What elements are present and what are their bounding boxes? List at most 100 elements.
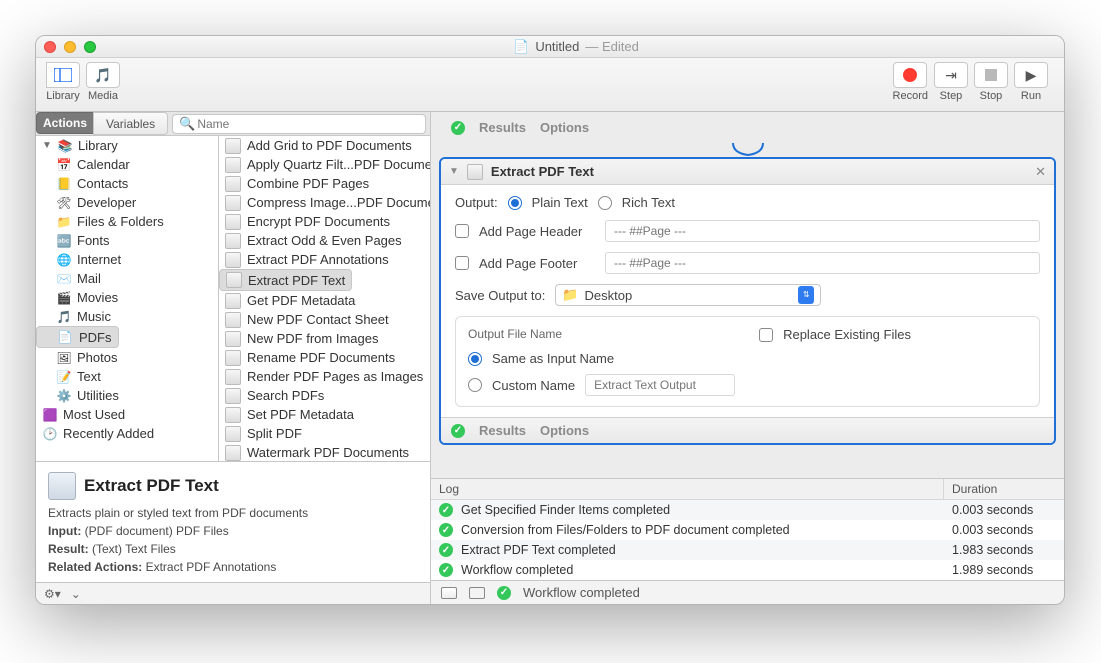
action-name: Extract PDF Annotations (247, 252, 389, 267)
tree-item-fonts[interactable]: 🔤Fonts (36, 231, 218, 250)
action-list[interactable]: Add Grid to PDF DocumentsApply Quartz Fi… (219, 136, 430, 461)
results-link[interactable]: Results (479, 423, 526, 438)
options-link[interactable]: Options (540, 423, 589, 438)
action-list-item[interactable]: Split PDF (219, 424, 430, 443)
variables-view-button[interactable] (469, 587, 485, 599)
tree-item-music[interactable]: 🎵Music (36, 307, 218, 326)
workflow-canvas[interactable]: ✓ Results Options ▼ Extract PDF Text ✕ (431, 112, 1064, 478)
action-card-header[interactable]: ▼ Extract PDF Text ✕ (441, 159, 1054, 185)
tree-item-calendar[interactable]: 📅Calendar (36, 155, 218, 174)
window-title: Untitled (535, 39, 579, 54)
search-input[interactable] (195, 116, 419, 132)
log-row[interactable]: ✓Get Specified Finder Items completed0.0… (431, 500, 1064, 520)
tree-item-contacts[interactable]: 📒Contacts (36, 174, 218, 193)
media-button[interactable]: 🎵 (86, 62, 120, 88)
log-message: Conversion from Files/Folders to PDF doc… (461, 523, 790, 537)
action-list-item[interactable]: Render PDF Pages as Images (219, 367, 430, 386)
log-view-button[interactable] (441, 587, 457, 599)
action-list-item[interactable]: Encrypt PDF Documents (219, 212, 430, 231)
tree-item-internet[interactable]: 🌐Internet (36, 250, 218, 269)
variables-tab[interactable]: Variables (93, 112, 168, 135)
tree-label: Files & Folders (77, 214, 164, 229)
radio-custom-name[interactable] (468, 378, 482, 392)
replace-existing-label: Replace Existing Files (783, 327, 911, 342)
minimize-window-button[interactable] (64, 41, 76, 53)
category-tree[interactable]: ▼ 📚 Library 📅Calendar📒Contacts🛠Developer… (36, 136, 219, 461)
toggle-info-button[interactable]: ⌄ (71, 587, 81, 601)
pdf-action-icon (225, 407, 241, 423)
action-list-item[interactable]: Extract PDF Text (219, 269, 352, 291)
checkbox-replace-existing[interactable] (759, 328, 773, 342)
app-window: 📄 Untitled — Edited Library 🎵 Media (35, 35, 1065, 605)
check-icon: ✓ (439, 543, 453, 557)
tree-item-utilities[interactable]: ⚙️Utilities (36, 386, 218, 405)
status-bar: ✓ Workflow completed (431, 580, 1064, 604)
action-list-item[interactable]: Watermark PDF Documents (219, 443, 430, 461)
save-output-label: Save Output to: (455, 288, 545, 303)
pdf-action-icon (225, 293, 241, 309)
pdf-action-icon (225, 214, 241, 230)
action-list-item[interactable]: New PDF from Images (219, 329, 430, 348)
tree-item-text[interactable]: 📝Text (36, 367, 218, 386)
zoom-window-button[interactable] (84, 41, 96, 53)
radio-rich-text[interactable] (598, 196, 612, 210)
search-field[interactable]: 🔍 (172, 114, 426, 134)
action-list-item[interactable]: Extract Odd & Even Pages (219, 231, 430, 250)
pdf-action-icon (225, 388, 241, 404)
tree-label: Text (77, 369, 101, 384)
library-toggle-button[interactable] (46, 62, 80, 88)
tree-label: Internet (77, 252, 121, 267)
action-list-item[interactable]: Get PDF Metadata (219, 291, 430, 310)
radio-plain-text[interactable] (508, 196, 522, 210)
options-link[interactable]: Options (540, 120, 589, 135)
log-column-header[interactable]: Log (431, 479, 944, 499)
action-list-item[interactable]: Compress Image...PDF Documents (219, 193, 430, 212)
checkbox-add-footer[interactable] (455, 256, 469, 270)
tree-most-used[interactable]: 🟪 Most Used (36, 405, 218, 424)
log-row[interactable]: ✓Conversion from Files/Folders to PDF do… (431, 520, 1064, 540)
action-name: Compress Image...PDF Documents (247, 195, 430, 210)
pdf-action-icon (225, 350, 241, 366)
disclosure-triangle-icon[interactable]: ▼ (449, 166, 459, 177)
save-location-popup[interactable]: 📁 Desktop ⇅ (555, 284, 821, 306)
gear-menu-icon[interactable]: ⚙︎▾ (44, 587, 61, 601)
checkbox-add-header[interactable] (455, 224, 469, 238)
tree-recently-added[interactable]: 🕑 Recently Added (36, 424, 218, 443)
tree-item-developer[interactable]: 🛠Developer (36, 193, 218, 212)
tree-item-photos[interactable]: 🖼Photos (36, 348, 218, 367)
action-list-item[interactable]: Rename PDF Documents (219, 348, 430, 367)
stop-button[interactable] (974, 62, 1008, 88)
disclosure-triangle-icon[interactable]: ▼ (42, 140, 52, 151)
run-label: Run (1021, 90, 1041, 102)
pdf-action-icon (225, 252, 241, 268)
results-link[interactable]: Results (479, 120, 526, 135)
action-list-item[interactable]: Set PDF Metadata (219, 405, 430, 424)
step-button[interactable]: ⇥ (934, 62, 968, 88)
tree-item-mail[interactable]: ✉️Mail (36, 269, 218, 288)
close-window-button[interactable] (44, 41, 56, 53)
log-row[interactable]: ✓Extract PDF Text completed1.983 seconds (431, 540, 1064, 560)
action-list-item[interactable]: Add Grid to PDF Documents (219, 136, 430, 155)
action-list-item[interactable]: Combine PDF Pages (219, 174, 430, 193)
radio-same-name[interactable] (468, 352, 482, 366)
check-icon: ✓ (497, 586, 511, 600)
actions-tab[interactable]: Actions (36, 112, 94, 134)
action-card-title: Extract PDF Text (491, 164, 594, 179)
log-row[interactable]: ✓Workflow completed1.989 seconds (431, 560, 1064, 580)
tree-item-files-folders[interactable]: 📁Files & Folders (36, 212, 218, 231)
step-label: Step (940, 90, 963, 102)
run-button[interactable]: ▶ (1014, 62, 1048, 88)
check-icon: ✓ (439, 563, 453, 577)
action-list-item[interactable]: Extract PDF Annotations (219, 250, 430, 269)
duration-column-header[interactable]: Duration (944, 479, 1064, 499)
action-list-item[interactable]: Apply Quartz Filt...PDF Documents (219, 155, 430, 174)
same-name-label: Same as Input Name (492, 351, 614, 366)
action-list-item[interactable]: Search PDFs (219, 386, 430, 405)
clock-icon: 🕑 (42, 426, 58, 442)
action-list-item[interactable]: New PDF Contact Sheet (219, 310, 430, 329)
tree-item-movies[interactable]: 🎬Movies (36, 288, 218, 307)
record-button[interactable] (893, 62, 927, 88)
tree-library-root[interactable]: ▼ 📚 Library (36, 136, 218, 155)
tree-item-pdfs[interactable]: 📄PDFs (36, 326, 119, 348)
remove-action-button[interactable]: ✕ (1035, 164, 1046, 180)
